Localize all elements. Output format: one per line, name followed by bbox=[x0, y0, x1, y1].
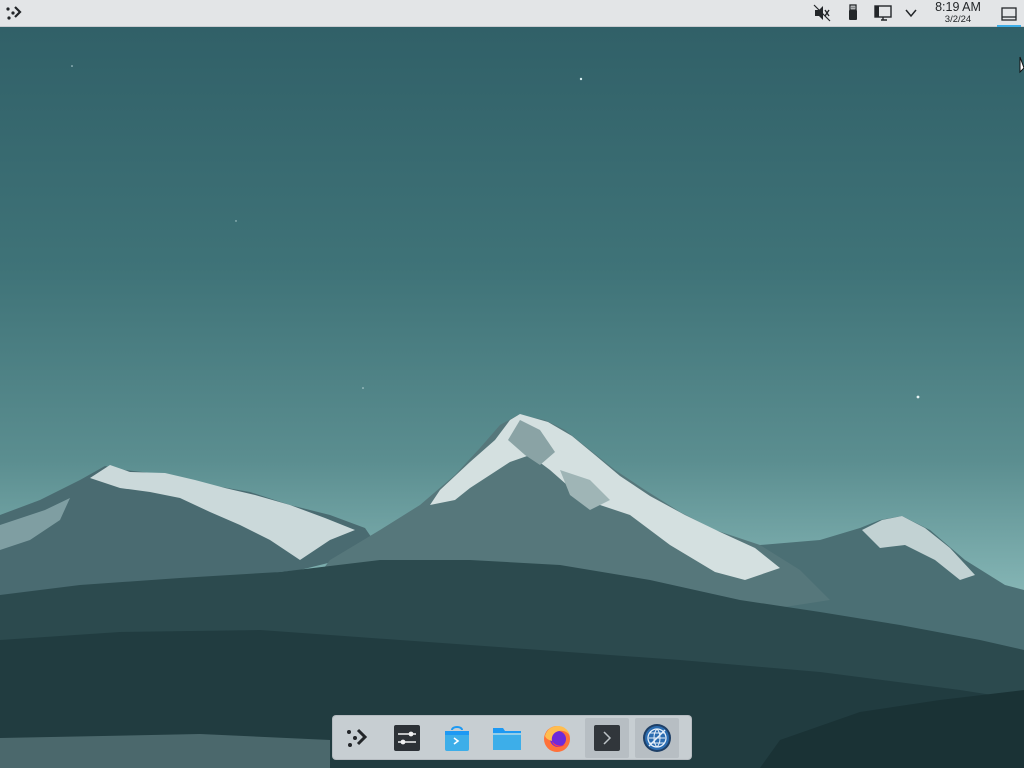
app-launcher-icon bbox=[347, 728, 368, 747]
file-manager-icon bbox=[493, 728, 521, 750]
dock-system-settings[interactable] bbox=[385, 718, 429, 758]
dock-app-launcher[interactable] bbox=[335, 718, 379, 758]
mountain-landscape bbox=[0, 65, 1024, 768]
removable-device-icon[interactable] bbox=[842, 3, 864, 23]
network-browser-icon bbox=[643, 724, 671, 752]
clock-date: 3/2/24 bbox=[944, 14, 972, 25]
expand-tray-icon[interactable] bbox=[900, 3, 922, 23]
dock-firefox[interactable] bbox=[535, 718, 579, 758]
dock-panel bbox=[332, 715, 692, 760]
volume-muted-icon[interactable] bbox=[811, 3, 833, 23]
clock-time: 8:19 AM bbox=[935, 0, 981, 14]
dock-discover-store[interactable] bbox=[435, 718, 479, 758]
terminal-icon bbox=[594, 725, 620, 751]
dock-network-browser[interactable] bbox=[635, 718, 679, 758]
dock-terminal[interactable] bbox=[585, 718, 629, 758]
app-launcher-icon[interactable] bbox=[4, 3, 24, 23]
dock-file-manager[interactable] bbox=[485, 718, 529, 758]
network-wired-icon[interactable] bbox=[872, 3, 894, 23]
mouse-cursor bbox=[1019, 56, 1024, 79]
top-panel: 8:19 AM 3/2/24 bbox=[0, 0, 1024, 27]
firefox-icon bbox=[544, 726, 570, 752]
desktop-wallpaper bbox=[0, 0, 1024, 768]
show-desktop-icon[interactable] bbox=[996, 0, 1022, 27]
digital-clock[interactable]: 8:19 AM 3/2/24 bbox=[928, 1, 988, 26]
system-settings-icon bbox=[394, 725, 420, 751]
active-indicator bbox=[997, 25, 1021, 27]
discover-store-icon bbox=[445, 726, 469, 751]
